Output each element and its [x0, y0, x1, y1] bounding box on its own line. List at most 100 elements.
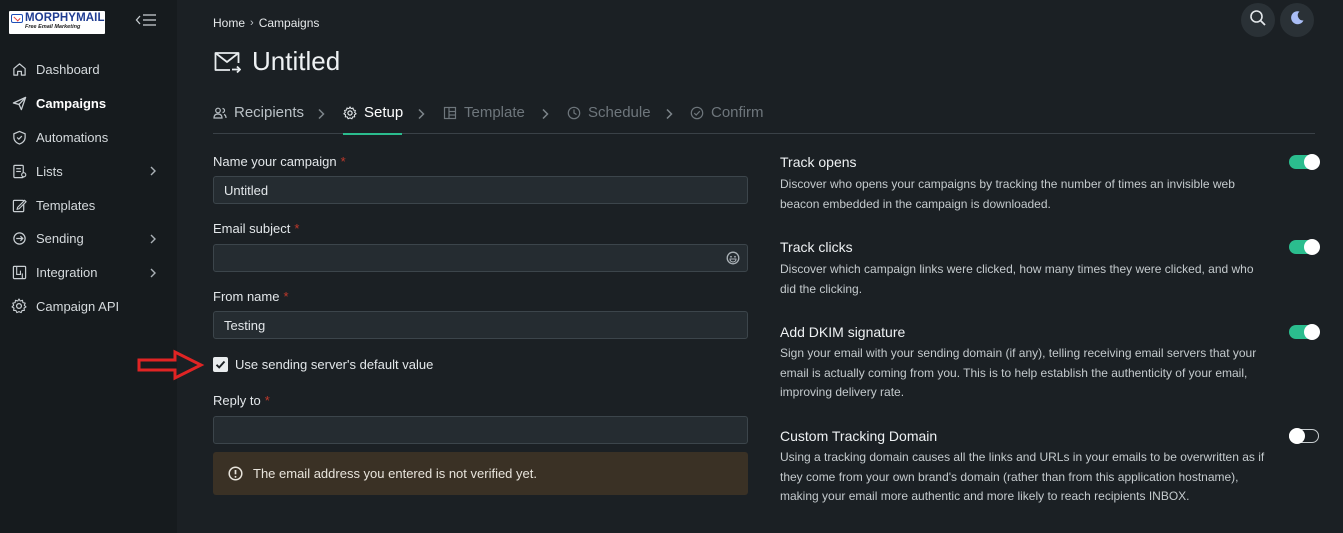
from-name-input[interactable]: Testing	[213, 311, 748, 339]
gear-icon	[11, 298, 27, 314]
wizard-steps: Recipients Setup Template Schedule Confi…	[213, 104, 1315, 135]
field-label-text: Email subject	[213, 221, 291, 236]
track-clicks-title: Track clicks	[780, 239, 853, 255]
page-header: Untitled	[213, 46, 340, 77]
sidebar-item-label: Templates	[36, 197, 96, 213]
chevron-right-icon	[149, 233, 157, 245]
custom-tracking-domain-toggle[interactable]	[1288, 428, 1319, 444]
campaign-name-input[interactable]: Untitled	[213, 176, 748, 204]
sidebar-item-dashboard[interactable]: Dashboard	[0, 53, 177, 87]
sidebar-item-label: Campaign API	[36, 298, 120, 314]
use-default-checkbox[interactable]	[213, 357, 228, 372]
step-label: Template	[464, 104, 525, 121]
edit-icon	[11, 197, 27, 213]
sidebar-nav: Dashboard Campaigns Automations Lists Te…	[0, 53, 177, 323]
step-recipients[interactable]: Recipients	[213, 104, 304, 134]
step-label: Schedule	[588, 104, 651, 121]
sidebar-item-integration[interactable]: Integration	[0, 256, 177, 290]
reply-to-label: Reply to *	[213, 393, 270, 408]
alert-text: The email address you entered is not ver…	[253, 466, 537, 481]
info-icon	[228, 466, 243, 481]
chevron-right-icon	[317, 107, 325, 120]
step-setup[interactable]: Setup	[343, 104, 403, 135]
step-schedule[interactable]: Schedule	[567, 104, 651, 134]
from-name-label: From name *	[213, 289, 289, 304]
integration-icon	[11, 265, 27, 281]
sidebar-item-campaigns[interactable]: Campaigns	[0, 87, 177, 121]
campaign-name-value: Untitled	[224, 182, 269, 198]
required-mark: *	[283, 289, 289, 304]
campaign-name-label: Name your campaign *	[213, 154, 346, 169]
moon-icon	[1289, 10, 1305, 31]
toggle-knob	[1304, 239, 1320, 255]
field-label-text: From name	[213, 289, 280, 304]
logo-mark-icon	[11, 14, 23, 23]
sidebar-item-campaign-api[interactable]: Campaign API	[0, 290, 177, 324]
field-label-text: Name your campaign	[213, 154, 337, 169]
page-title: Untitled	[252, 46, 341, 76]
gear-icon	[343, 106, 357, 120]
step-label: Confirm	[711, 104, 764, 121]
home-icon	[11, 62, 27, 78]
annotation-arrow-icon	[137, 349, 205, 381]
chevron-right-icon	[541, 107, 549, 120]
use-default-label: Use sending server's default value	[235, 357, 434, 372]
sidebar-item-label: Lists	[36, 163, 63, 179]
from-name-value: Testing	[224, 317, 266, 333]
track-clicks-description: Discover which campaign links were click…	[780, 262, 1254, 296]
track-opens-description: Discover who opens your campaigns by tra…	[780, 177, 1235, 211]
logo-tagline: Free Email Marketing	[25, 24, 81, 30]
users-icon	[213, 106, 227, 120]
list-icon	[11, 163, 27, 179]
field-label-text: Reply to	[213, 393, 261, 408]
send-icon	[11, 96, 27, 112]
logo[interactable]: MORPHYMAIL Free Email Marketing	[9, 11, 105, 34]
dkim-signature-toggle[interactable]	[1289, 324, 1320, 340]
chevron-right-icon	[149, 267, 157, 279]
sidebar-item-label: Campaigns	[36, 96, 107, 112]
sidebar-item-label: Integration	[36, 265, 98, 281]
required-mark: *	[264, 393, 270, 408]
mail-send-icon	[213, 49, 242, 75]
shield-icon	[11, 129, 27, 145]
email-subject-input[interactable]	[213, 244, 748, 272]
sidebar-item-automations[interactable]: Automations	[0, 121, 177, 155]
breadcrumb-separator: ›	[250, 17, 254, 29]
search-button[interactable]	[1241, 3, 1275, 37]
custom-tracking-domain-description: Using a tracking domain causes all the l…	[780, 450, 1265, 503]
chevron-right-icon	[149, 165, 157, 177]
theme-toggle-button[interactable]	[1280, 3, 1314, 37]
sidebar-item-label: Sending	[36, 231, 84, 247]
sidebar-item-label: Dashboard	[36, 62, 100, 78]
emoji-picker-icon[interactable]	[726, 251, 740, 265]
required-mark: *	[340, 154, 346, 169]
unverified-email-alert: The email address you entered is not ver…	[213, 452, 748, 495]
toggle-knob	[1288, 428, 1305, 444]
email-subject-label: Email subject *	[213, 221, 299, 236]
collapse-sidebar-icon[interactable]	[135, 12, 157, 28]
sidebar-item-lists[interactable]: Lists	[0, 154, 177, 188]
sending-icon	[11, 231, 27, 247]
sidebar-item-label: Automations	[36, 129, 109, 145]
step-template[interactable]: Template	[443, 104, 525, 134]
dkim-signature-title: Add DKIM signature	[780, 324, 906, 340]
sidebar-item-sending[interactable]: Sending	[0, 222, 177, 256]
reply-to-input[interactable]	[213, 416, 748, 444]
search-icon	[1249, 9, 1267, 32]
breadcrumb-current[interactable]: Campaigns	[259, 16, 320, 30]
track-clicks-toggle[interactable]	[1289, 239, 1320, 255]
chevron-right-icon	[665, 107, 673, 120]
use-default-checkbox-row[interactable]: Use sending server's default value	[213, 357, 433, 372]
breadcrumb: Home › Campaigns	[213, 16, 319, 30]
step-confirm[interactable]: Confirm	[690, 104, 764, 134]
chevron-right-icon	[417, 107, 425, 120]
sidebar-item-templates[interactable]: Templates	[0, 188, 177, 222]
toggle-knob	[1304, 154, 1320, 170]
track-opens-toggle[interactable]	[1289, 154, 1320, 170]
track-opens-title: Track opens	[780, 154, 857, 170]
toggle-knob	[1304, 324, 1320, 340]
logo-brand: MORPHYMAIL	[25, 12, 105, 24]
step-label: Recipients	[234, 104, 305, 121]
breadcrumb-home[interactable]: Home	[213, 16, 245, 30]
clock-icon	[567, 106, 581, 120]
